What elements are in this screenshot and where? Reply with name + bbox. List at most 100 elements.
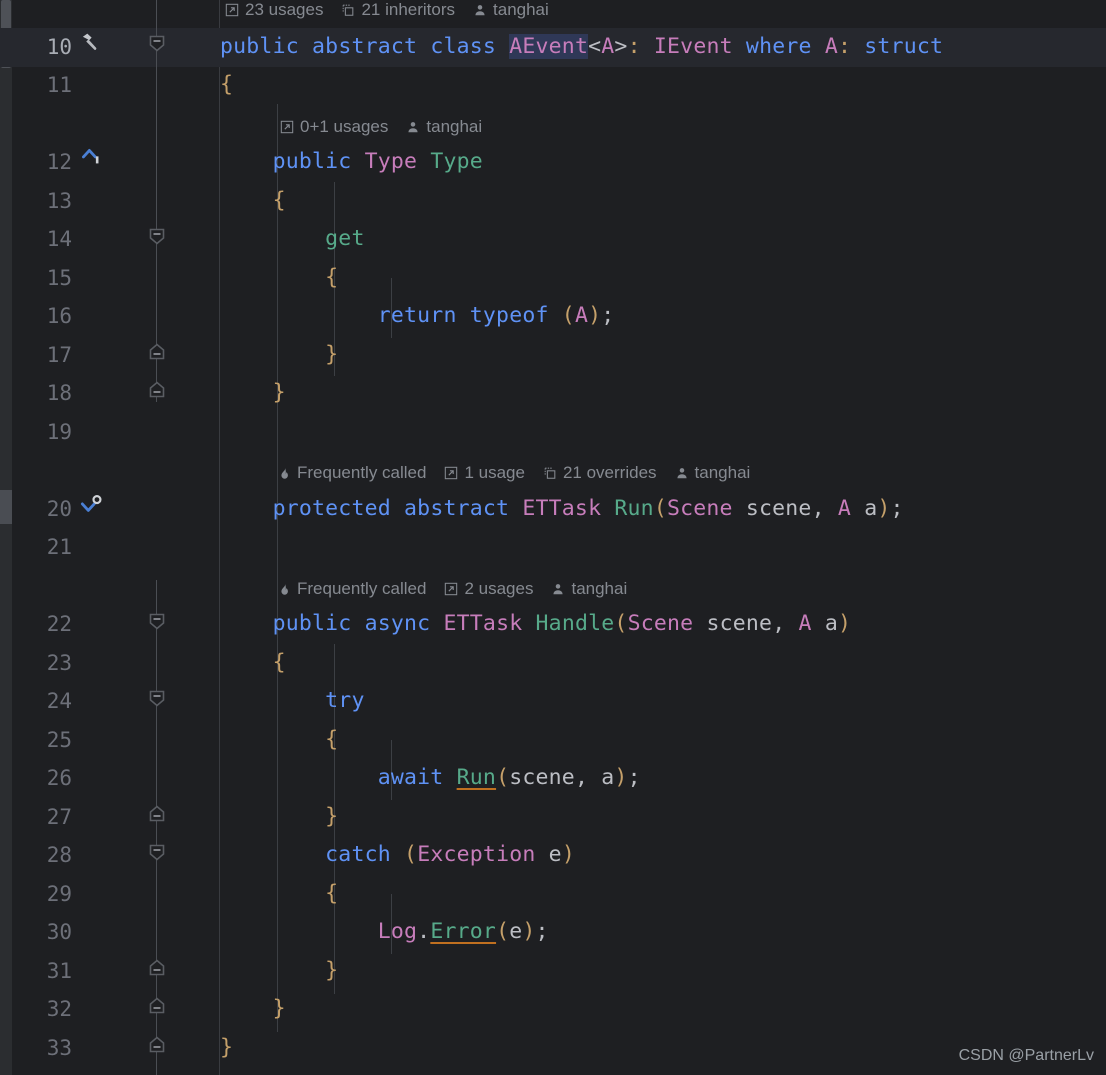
hint-run[interactable]: Frequently called 1 usage 21 overrides tang… <box>278 459 768 486</box>
code-line[interactable]: } <box>220 336 338 375</box>
code-line[interactable]: return typeof (A); <box>220 297 614 336</box>
code-line[interactable]: Log.Error(e); <box>220 913 549 952</box>
usages-icon <box>444 466 464 480</box>
fold-marker-expand-end[interactable] <box>145 994 169 1018</box>
fold-marker-expand-end[interactable] <box>145 1033 169 1057</box>
line-number[interactable]: 12 <box>12 143 72 182</box>
line-number[interactable]: 23 <box>12 644 72 683</box>
code-line[interactable]: } <box>220 798 338 837</box>
overrides-icon <box>543 466 563 480</box>
code-vision-label: 0+1 usages <box>300 116 389 136</box>
code-vision-label: Frequently called <box>297 462 427 482</box>
code-vision-label: 1 usage <box>464 462 525 482</box>
code-vision-item[interactable]: 2 usages <box>444 576 533 602</box>
code-vision-item[interactable]: 0+1 usages <box>280 114 388 140</box>
line-number[interactable]: 26 <box>12 759 72 798</box>
code-editor[interactable]: 10 11 12 13 14 15 16 17 18 19 20 21 22 23 24 25 26 27 28 29… <box>0 0 1106 1075</box>
author-icon <box>473 3 493 17</box>
line-number[interactable]: 29 <box>12 875 72 914</box>
code-vision-label: tanghai <box>694 462 751 482</box>
line-number[interactable]: 25 <box>12 721 72 760</box>
code-vision-item[interactable]: tanghai <box>473 0 549 23</box>
code-vision-item[interactable]: tanghai <box>406 114 482 140</box>
code-line[interactable]: } <box>220 1029 233 1068</box>
code-line[interactable]: await Run(scene, a); <box>220 759 641 798</box>
hint-class[interactable]: 23 usages 21 inheritors tanghai <box>225 0 567 23</box>
line-number[interactable]: 24 <box>12 682 72 721</box>
inheritors-icon <box>341 3 361 17</box>
usages-icon <box>225 3 245 17</box>
author-icon <box>406 120 426 134</box>
code-line[interactable]: protected abstract ETTask Run(Scene scen… <box>220 490 904 529</box>
line-number[interactable]: 32 <box>12 990 72 1029</box>
code-line[interactable]: { <box>220 875 338 914</box>
code-line[interactable]: public Type Type <box>220 143 483 182</box>
frequently-called-icon <box>278 582 297 596</box>
code-vision-label: tanghai <box>493 0 549 19</box>
code-folding-column[interactable] <box>145 0 169 1075</box>
code-vision-item[interactable]: 21 inheritors <box>341 0 455 23</box>
fold-marker-collapse[interactable] <box>145 31 169 55</box>
code-line[interactable]: } <box>220 952 338 991</box>
code-vision-label: Frequently called <box>297 578 427 598</box>
search-result-marker[interactable] <box>0 490 12 524</box>
line-number[interactable]: 28 <box>12 836 72 875</box>
fold-marker-collapse[interactable] <box>145 840 169 864</box>
code-line[interactable]: } <box>220 374 286 413</box>
hint-property[interactable]: 0+1 usages tanghai <box>280 113 500 140</box>
line-number[interactable]: 15 <box>12 259 72 298</box>
fold-marker-collapse[interactable] <box>145 224 169 248</box>
line-number[interactable]: 16 <box>12 297 72 336</box>
line-number[interactable]: 19 <box>12 413 72 452</box>
author-icon <box>675 466 695 480</box>
hammer-icon[interactable] <box>78 30 106 69</box>
fold-marker-expand-end[interactable] <box>145 378 169 402</box>
fold-marker-expand-end[interactable] <box>145 956 169 980</box>
code-line[interactable]: } <box>220 990 286 1029</box>
hint-handle[interactable]: Frequently called 2 usages tanghai <box>278 575 645 602</box>
code-line[interactable]: { <box>220 721 338 760</box>
code-vision-item[interactable]: 1 usage <box>444 460 525 486</box>
editor-marker-strip[interactable] <box>0 0 12 1075</box>
code-vision-item[interactable]: tanghai <box>675 460 751 486</box>
implemented-above-icon[interactable] <box>78 145 106 184</box>
code-vision-label: tanghai <box>571 578 628 598</box>
code-vision-label: tanghai <box>426 116 483 136</box>
code-line[interactable]: try <box>220 682 365 721</box>
code-vision-item[interactable]: 21 overrides <box>543 460 657 486</box>
code-line[interactable]: { <box>220 66 233 105</box>
code-line[interactable]: public abstract class AEvent<A>: IEvent … <box>220 28 943 67</box>
line-number[interactable]: 22 <box>12 605 72 644</box>
code-vision-item[interactable]: Frequently called <box>278 576 426 602</box>
code-vision-label: 21 inheritors <box>361 0 456 19</box>
code-line[interactable]: get <box>220 220 365 259</box>
code-vision-item[interactable]: Frequently called <box>278 460 426 486</box>
fold-marker-collapse[interactable] <box>145 686 169 710</box>
code-line[interactable]: public async ETTask Handle(Scene scene, … <box>220 605 851 644</box>
line-number[interactable]: 10 <box>12 28 72 67</box>
code-vision-item[interactable]: tanghai <box>551 576 627 602</box>
line-number[interactable]: 14 <box>12 220 72 259</box>
code-content-area[interactable]: 23 usages 21 inheritors tanghai 0+1 usages t… <box>220 0 1106 1075</box>
code-line[interactable]: catch (Exception e) <box>220 836 575 875</box>
line-number[interactable]: 13 <box>12 182 72 221</box>
code-line[interactable]: { <box>220 182 286 221</box>
overridden-below-icon[interactable] <box>78 492 106 531</box>
author-icon <box>551 582 571 596</box>
line-number[interactable]: 21 <box>12 528 72 567</box>
code-vision-item[interactable]: 23 usages <box>225 0 323 23</box>
fold-marker-expand-end[interactable] <box>145 802 169 826</box>
line-number[interactable]: 17 <box>12 336 72 375</box>
line-number[interactable]: 11 <box>12 66 72 105</box>
line-number[interactable]: 30 <box>12 913 72 952</box>
line-number[interactable]: 27 <box>12 798 72 837</box>
line-number[interactable]: 20 <box>12 490 72 529</box>
code-line[interactable]: { <box>220 644 286 683</box>
fold-marker-expand-end[interactable] <box>145 340 169 364</box>
code-vision-label: 23 usages <box>245 0 324 19</box>
line-number[interactable]: 31 <box>12 952 72 991</box>
code-line[interactable]: { <box>220 259 338 298</box>
line-number[interactable]: 33 <box>12 1029 72 1068</box>
line-number[interactable]: 18 <box>12 374 72 413</box>
fold-marker-collapse[interactable] <box>145 609 169 633</box>
